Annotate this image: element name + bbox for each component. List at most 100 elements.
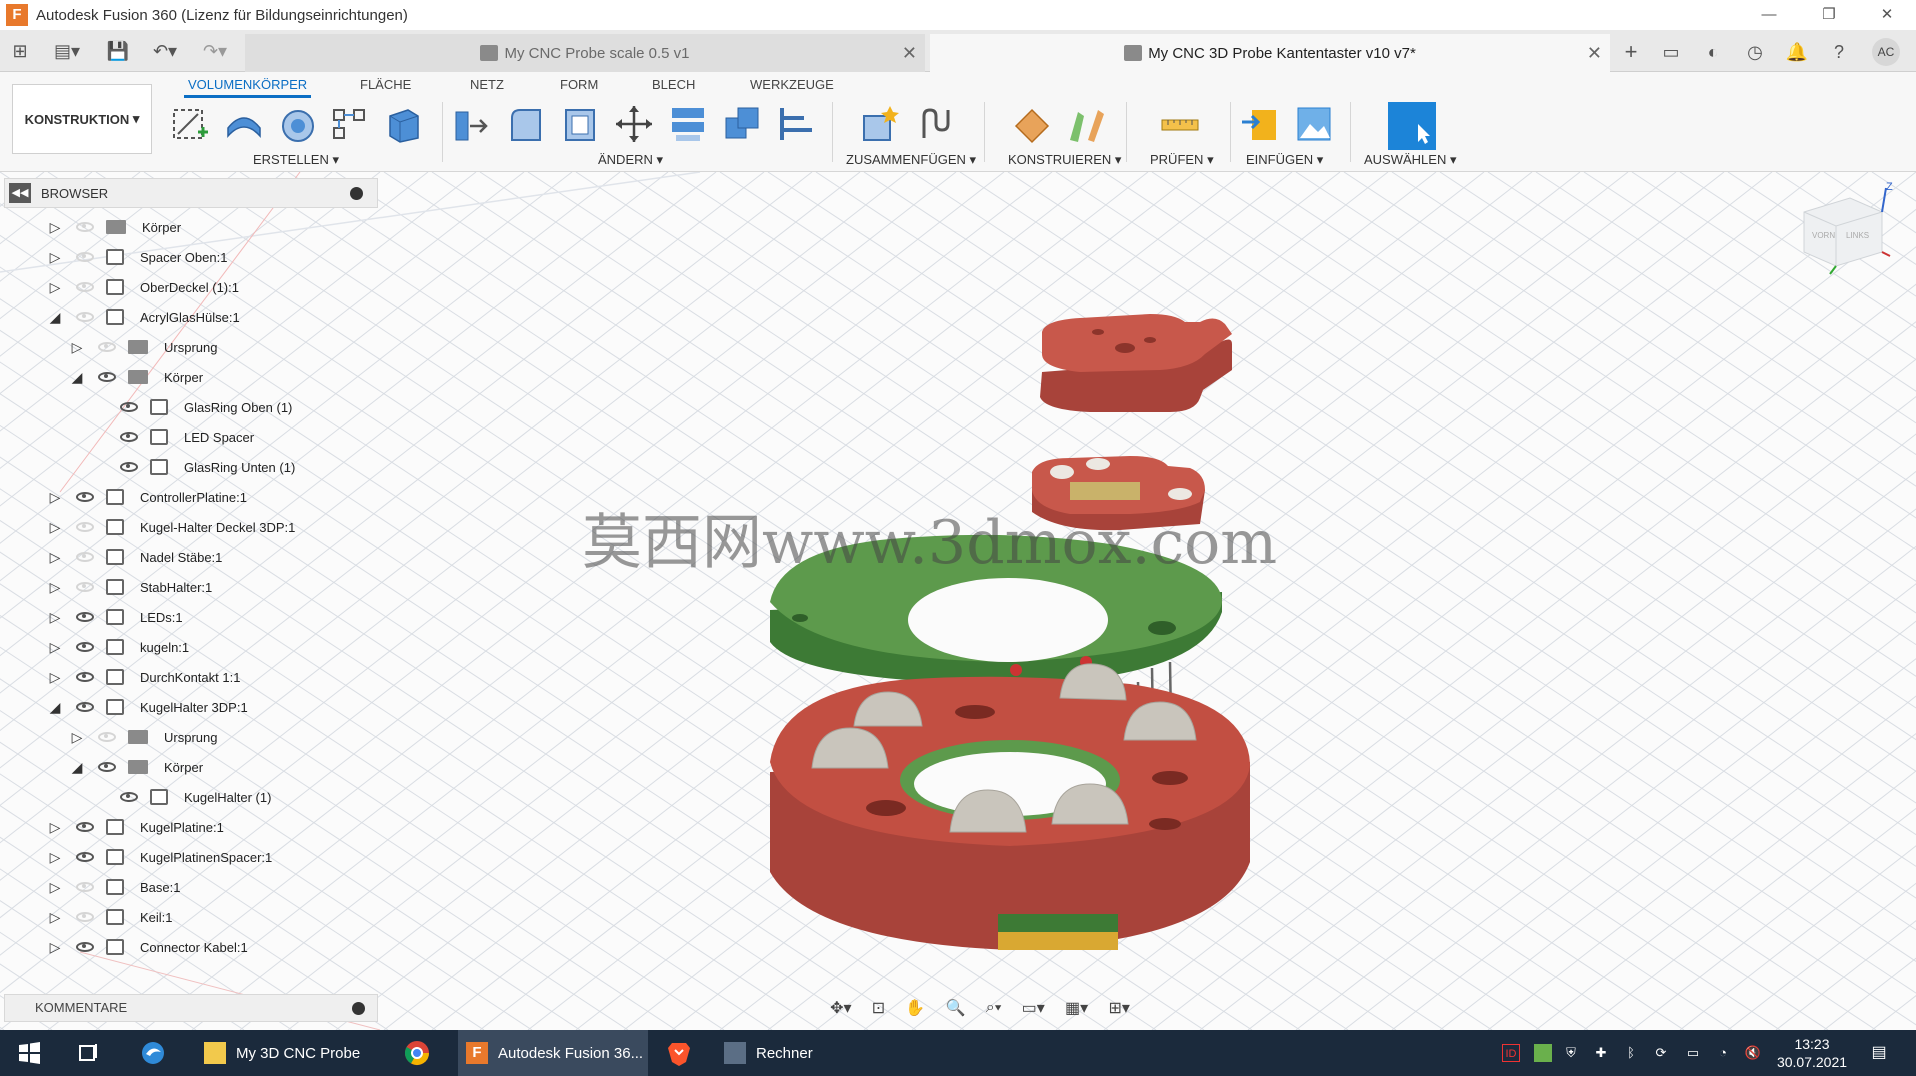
tab-document-1[interactable]: My CNC Probe scale 0.5 v1 ✕ xyxy=(245,34,925,72)
tray-security-icon[interactable]: ⛨ xyxy=(1562,1044,1580,1062)
expand-arrow-icon[interactable]: ▷ xyxy=(48,549,62,566)
viewports-icon[interactable]: ⊞▾ xyxy=(1108,998,1129,1018)
add-comment-icon[interactable] xyxy=(352,1002,365,1015)
joint-icon[interactable] xyxy=(914,102,958,146)
browser-node[interactable]: ▷ Spacer Oben:1 xyxy=(8,242,378,272)
comments-panel[interactable]: KOMMENTARE xyxy=(4,994,378,1022)
orbit-icon[interactable]: ✥▾ xyxy=(830,998,851,1018)
expand-arrow-icon[interactable]: ▷ xyxy=(48,639,62,656)
visibility-eye-icon[interactable] xyxy=(98,732,116,742)
comments-icon[interactable]: ▭ xyxy=(1656,38,1686,66)
visibility-eye-icon[interactable] xyxy=(120,462,138,472)
browser-node[interactable]: ▷ DurchKontakt 1:1 xyxy=(8,662,378,692)
browser-node[interactable]: ▷ LEDs:1 xyxy=(8,602,378,632)
tab-blech[interactable]: BLECH xyxy=(652,74,695,96)
visibility-eye-icon[interactable] xyxy=(76,252,94,262)
tray-app-icon[interactable]: ID xyxy=(1502,1044,1520,1062)
taskbar-clock[interactable]: 13:23 30.07.2021 xyxy=(1772,1035,1852,1071)
revolve-icon[interactable] xyxy=(276,102,320,146)
edge-browser-icon[interactable] xyxy=(138,1038,168,1068)
taskbar-item-calculator[interactable]: Rechner xyxy=(716,1030,866,1076)
browser-node[interactable]: ▷ ControllerPlatine:1 xyxy=(8,482,378,512)
expand-arrow-icon[interactable]: ▷ xyxy=(48,609,62,626)
brave-browser-icon[interactable] xyxy=(664,1038,694,1068)
expand-arrow-icon[interactable]: ▷ xyxy=(48,219,62,236)
browser-panel-header[interactable]: ◀◀ BROWSER xyxy=(4,178,378,208)
browser-node[interactable]: ▷ KugelPlatinenSpacer:1 xyxy=(8,842,378,872)
tray-wifi-icon[interactable]: ◔ xyxy=(1714,1044,1732,1062)
offset-face-icon[interactable] xyxy=(774,102,818,146)
visibility-eye-icon[interactable] xyxy=(98,762,116,772)
move-copy-icon[interactable] xyxy=(612,102,656,146)
fillet-icon[interactable] xyxy=(504,102,548,146)
visibility-eye-icon[interactable] xyxy=(76,582,94,592)
browser-node[interactable]: ▷ Ursprung xyxy=(8,722,378,752)
action-center-icon[interactable]: ▤ xyxy=(1870,1044,1888,1062)
collapse-browser-icon[interactable]: ◀◀ xyxy=(9,183,31,203)
visibility-eye-icon[interactable] xyxy=(76,312,94,322)
top-cap-part[interactable] xyxy=(1040,314,1232,412)
visibility-eye-icon[interactable] xyxy=(76,522,94,532)
group-konstruieren[interactable]: KONSTRUIEREN ▾ xyxy=(1008,152,1121,168)
canvas-viewport[interactable]: 莫西网www.3dmox.com Z VORN LINKS ◀◀ BROWSER… xyxy=(0,172,1916,1030)
expand-arrow-icon[interactable]: ▷ xyxy=(48,489,62,506)
expand-arrow-icon[interactable]: ▷ xyxy=(70,339,84,356)
group-erstellen[interactable]: ERSTELLEN ▾ xyxy=(253,152,339,168)
tray-sync-icon[interactable]: ⟳ xyxy=(1652,1044,1670,1062)
close-tab-icon[interactable]: ✕ xyxy=(902,43,917,64)
save-icon[interactable]: 💾 xyxy=(104,38,132,64)
visibility-eye-icon[interactable] xyxy=(120,792,138,802)
tab-document-2[interactable]: My CNC 3D Probe Kantentaster v10 v7* ✕ xyxy=(930,34,1610,72)
browser-node[interactable]: ◢ KugelHalter 3DP:1 xyxy=(8,692,378,722)
visibility-eye-icon[interactable] xyxy=(76,822,94,832)
tray-battery-icon[interactable]: ▭ xyxy=(1684,1044,1702,1062)
group-einfuegen[interactable]: EINFÜGEN ▾ xyxy=(1246,152,1323,168)
expand-arrow-icon[interactable]: ▷ xyxy=(48,249,62,266)
new-tab-plus-icon[interactable]: + xyxy=(1616,38,1646,66)
windows-start-icon[interactable] xyxy=(14,1038,44,1068)
tray-bluetooth-icon[interactable]: ᛒ xyxy=(1622,1044,1640,1062)
chrome-icon[interactable] xyxy=(402,1038,432,1068)
browser-node[interactable]: ▷ KugelPlatine:1 xyxy=(8,812,378,842)
browser-node[interactable]: ◢ Körper xyxy=(8,752,378,782)
group-aendern[interactable]: ÄNDERN ▾ xyxy=(598,152,663,168)
collapse-arrow-icon[interactable]: ◢ xyxy=(48,699,62,716)
expand-arrow-icon[interactable]: ▷ xyxy=(48,669,62,686)
browser-node[interactable]: ▷ StabHalter:1 xyxy=(8,572,378,602)
file-menu-icon[interactable]: ▤▾ xyxy=(48,38,86,64)
group-pruefen[interactable]: PRÜFEN ▾ xyxy=(1150,152,1214,168)
browser-node[interactable]: ▷ Connector Kabel:1 xyxy=(8,932,378,962)
look-at-icon[interactable]: ⊡ xyxy=(872,998,885,1018)
browser-node[interactable]: GlasRing Unten (1) xyxy=(8,452,378,482)
collapse-arrow-icon[interactable]: ◢ xyxy=(70,759,84,776)
group-auswaehlen[interactable]: AUSWÄHLEN ▾ xyxy=(1364,152,1457,168)
expand-arrow-icon[interactable]: ▷ xyxy=(48,279,62,296)
close-tab-icon[interactable]: ✕ xyxy=(1587,43,1602,64)
browser-node[interactable]: LED Spacer xyxy=(8,422,378,452)
user-avatar[interactable]: AC xyxy=(1872,38,1900,66)
expand-arrow-icon[interactable]: ▷ xyxy=(48,579,62,596)
browser-node[interactable]: ▷ Keil:1 xyxy=(8,902,378,932)
align-icon[interactable] xyxy=(666,102,710,146)
visibility-eye-icon[interactable] xyxy=(98,372,116,382)
visibility-eye-icon[interactable] xyxy=(76,852,94,862)
grid-settings-icon[interactable]: ▦▾ xyxy=(1065,998,1088,1018)
browser-node[interactable]: ▷ kugeln:1 xyxy=(8,632,378,662)
expand-arrow-icon[interactable]: ▷ xyxy=(48,519,62,536)
select-tool-icon[interactable] xyxy=(1388,102,1436,150)
browser-node[interactable]: ▷ Nadel Stäbe:1 xyxy=(8,542,378,572)
browser-node[interactable]: KugelHalter (1) xyxy=(8,782,378,812)
new-component-icon[interactable] xyxy=(858,102,902,146)
workspace-switcher-button[interactable]: KONSTRUKTION ▾ xyxy=(12,84,152,154)
browser-minimize-icon[interactable] xyxy=(350,187,363,200)
collapse-arrow-icon[interactable]: ◢ xyxy=(70,369,84,386)
fit-icon[interactable]: ⌕▾ xyxy=(986,999,1002,1017)
visibility-eye-icon[interactable] xyxy=(120,402,138,412)
group-zusammenfuegen[interactable]: ZUSAMMENFÜGEN ▾ xyxy=(846,152,976,168)
help-icon[interactable]: ? xyxy=(1824,38,1854,66)
pattern-icon[interactable] xyxy=(328,102,372,146)
expand-arrow-icon[interactable]: ▷ xyxy=(48,909,62,926)
visibility-eye-icon[interactable] xyxy=(76,612,94,622)
taskbar-item-fusion[interactable]: F Autodesk Fusion 36... xyxy=(458,1030,648,1076)
zoom-icon[interactable]: 🔍 xyxy=(946,998,966,1018)
